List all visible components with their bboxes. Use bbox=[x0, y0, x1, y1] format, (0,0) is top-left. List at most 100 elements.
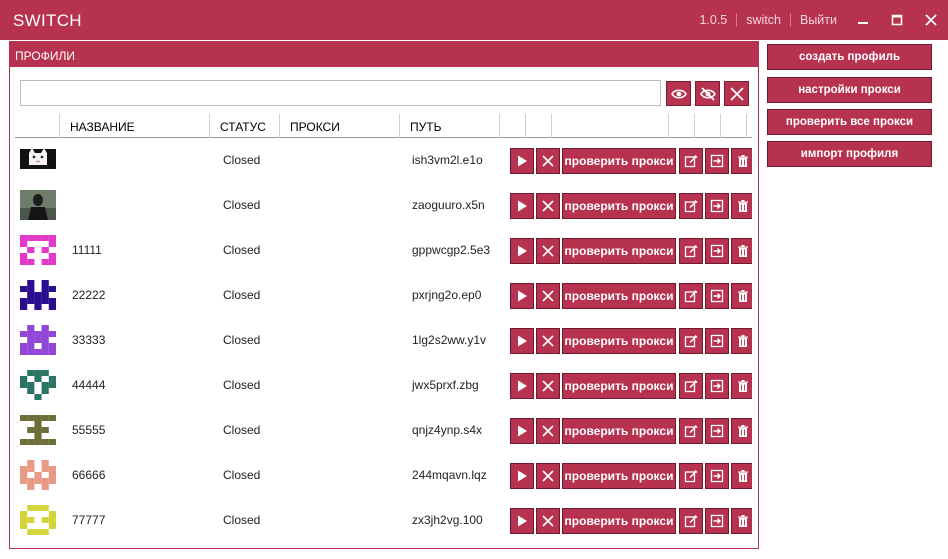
export-profile-button[interactable] bbox=[705, 238, 729, 264]
export-icon bbox=[710, 379, 724, 393]
close-icon bbox=[542, 470, 554, 482]
maximize-button[interactable] bbox=[880, 0, 914, 40]
show-button[interactable] bbox=[666, 81, 691, 106]
trash-icon bbox=[738, 470, 748, 482]
start-profile-button[interactable] bbox=[510, 328, 534, 354]
export-profile-button[interactable] bbox=[705, 328, 729, 354]
check-proxy-button[interactable]: проверить прокси bbox=[562, 418, 676, 444]
start-profile-button[interactable] bbox=[510, 463, 534, 489]
stop-profile-button[interactable] bbox=[536, 328, 560, 354]
start-profile-button[interactable] bbox=[510, 418, 534, 444]
edit-profile-button[interactable] bbox=[679, 193, 703, 219]
column-header-name[interactable]: НАЗВАНИЕ bbox=[60, 114, 210, 138]
clear-search-button[interactable] bbox=[724, 81, 749, 106]
delete-profile-button[interactable] bbox=[731, 418, 752, 444]
export-profile-button[interactable] bbox=[705, 508, 729, 534]
profile-path: qnjz4ynp.s4x bbox=[412, 423, 483, 437]
check-proxy-button[interactable]: проверить прокси bbox=[562, 148, 676, 174]
export-icon bbox=[710, 334, 724, 348]
user-link[interactable]: switch bbox=[736, 13, 790, 27]
check-proxy-button[interactable]: проверить прокси bbox=[562, 373, 676, 399]
column-header-path[interactable]: ПУТЬ bbox=[400, 114, 500, 138]
edit-icon bbox=[684, 244, 698, 258]
edit-profile-button[interactable] bbox=[679, 373, 703, 399]
delete-profile-button[interactable] bbox=[731, 238, 752, 264]
play-icon bbox=[518, 425, 527, 437]
stop-profile-button[interactable] bbox=[536, 238, 560, 264]
edit-profile-button[interactable] bbox=[679, 328, 703, 354]
delete-profile-button[interactable] bbox=[731, 148, 752, 174]
stop-profile-button[interactable] bbox=[536, 148, 560, 174]
close-button[interactable] bbox=[914, 0, 948, 40]
edit-profile-button[interactable] bbox=[679, 463, 703, 489]
play-icon bbox=[518, 335, 527, 347]
edit-icon bbox=[684, 334, 698, 348]
export-icon bbox=[710, 424, 724, 438]
delete-profile-button[interactable] bbox=[731, 193, 752, 219]
hide-button[interactable] bbox=[695, 81, 720, 106]
minimize-icon bbox=[858, 22, 868, 24]
search-input[interactable] bbox=[20, 80, 661, 106]
export-profile-button[interactable] bbox=[705, 193, 729, 219]
stop-profile-button[interactable] bbox=[536, 508, 560, 534]
check-proxy-button[interactable]: проверить прокси bbox=[562, 283, 676, 309]
export-profile-button[interactable] bbox=[705, 418, 729, 444]
eye-icon bbox=[670, 88, 687, 99]
export-profile-button[interactable] bbox=[705, 373, 729, 399]
delete-profile-button[interactable] bbox=[731, 463, 752, 489]
check-proxy-button[interactable]: проверить прокси bbox=[562, 328, 676, 354]
delete-profile-button[interactable] bbox=[731, 283, 752, 309]
import-profile-button[interactable]: импорт профиля bbox=[767, 141, 932, 167]
edit-profile-button[interactable] bbox=[679, 238, 703, 264]
close-icon bbox=[542, 155, 554, 167]
start-profile-button[interactable] bbox=[510, 373, 534, 399]
edit-icon bbox=[684, 154, 698, 168]
start-profile-button[interactable] bbox=[510, 508, 534, 534]
stop-profile-button[interactable] bbox=[536, 373, 560, 399]
start-profile-button[interactable] bbox=[510, 238, 534, 264]
stop-profile-button[interactable] bbox=[536, 283, 560, 309]
edit-profile-button[interactable] bbox=[679, 418, 703, 444]
profile-name: 33333 bbox=[72, 333, 106, 347]
start-profile-button[interactable] bbox=[510, 193, 534, 219]
profile-path: 1lg2s2ww.y1v bbox=[412, 333, 487, 347]
table-row: 11111 Closed gppwcgp2.5e3 проверить прокси bbox=[15, 228, 752, 273]
delete-profile-button[interactable] bbox=[731, 508, 752, 534]
column-header-status[interactable]: СТАТУС bbox=[210, 114, 280, 138]
stop-profile-button[interactable] bbox=[536, 193, 560, 219]
avatar bbox=[20, 190, 56, 220]
avatar bbox=[20, 505, 56, 535]
profile-status: Closed bbox=[223, 243, 261, 257]
logout-link[interactable]: Выйти bbox=[789, 13, 846, 27]
close-icon bbox=[925, 14, 937, 26]
minimize-button[interactable] bbox=[846, 0, 880, 40]
check-proxy-button[interactable]: проверить прокси bbox=[562, 508, 676, 534]
column-header-proxy[interactable]: ПРОКСИ bbox=[280, 114, 400, 138]
check-proxy-button[interactable]: проверить прокси bbox=[562, 193, 676, 219]
close-icon bbox=[542, 335, 554, 347]
play-icon bbox=[518, 290, 527, 302]
profile-name: 66666 bbox=[72, 468, 106, 482]
start-profile-button[interactable] bbox=[510, 148, 534, 174]
proxy-settings-button[interactable]: настройки прокси bbox=[767, 77, 932, 103]
table-row: 44444 Closed jwx5prxf.zbg проверить прокси bbox=[15, 363, 752, 408]
column-header-blank bbox=[526, 114, 552, 138]
delete-profile-button[interactable] bbox=[731, 373, 752, 399]
export-profile-button[interactable] bbox=[705, 283, 729, 309]
create-profile-button[interactable]: создать профиль bbox=[767, 44, 932, 70]
check-proxy-button[interactable]: проверить прокси bbox=[562, 463, 676, 489]
check-proxy-button[interactable]: проверить прокси bbox=[562, 238, 676, 264]
edit-profile-button[interactable] bbox=[679, 283, 703, 309]
stop-profile-button[interactable] bbox=[536, 418, 560, 444]
check-all-proxies-button[interactable]: проверить все прокси bbox=[767, 109, 932, 135]
export-icon bbox=[710, 199, 724, 213]
start-profile-button[interactable] bbox=[510, 283, 534, 309]
delete-profile-button[interactable] bbox=[731, 328, 752, 354]
export-profile-button[interactable] bbox=[705, 148, 729, 174]
edit-profile-button[interactable] bbox=[679, 508, 703, 534]
stop-profile-button[interactable] bbox=[536, 463, 560, 489]
panel-header: ПРОФИЛИ bbox=[10, 42, 758, 67]
export-profile-button[interactable] bbox=[705, 463, 729, 489]
edit-profile-button[interactable] bbox=[679, 148, 703, 174]
edit-icon bbox=[684, 289, 698, 303]
